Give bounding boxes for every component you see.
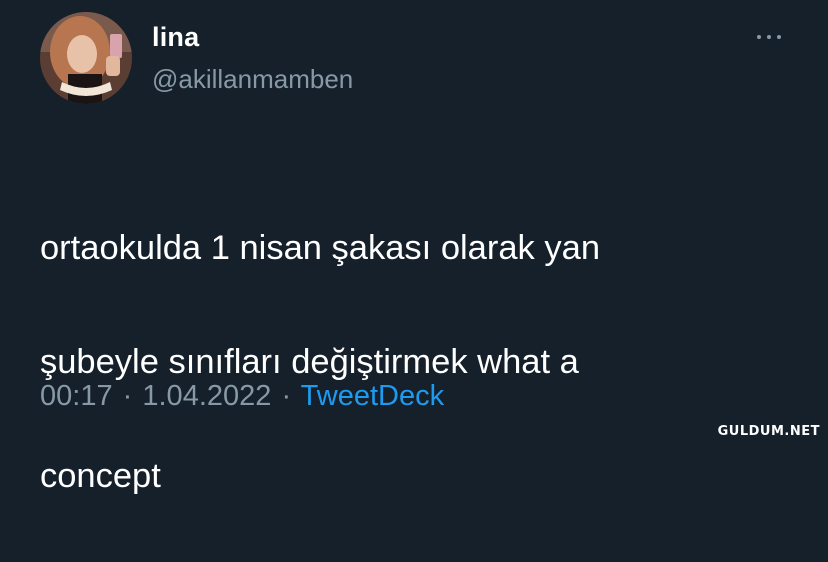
separator: · bbox=[122, 380, 133, 412]
tweet-text: ortaokulda 1 nisan şakası olarak yan şub… bbox=[40, 163, 800, 562]
display-name[interactable]: lina bbox=[152, 22, 199, 53]
tweet-date[interactable]: 1.04.2022 bbox=[142, 380, 271, 412]
more-horizontal-icon bbox=[777, 35, 781, 39]
tweet-time[interactable]: 00:17 bbox=[40, 380, 113, 412]
more-horizontal-icon bbox=[767, 35, 771, 39]
watermark-logo: GULDUM.NET bbox=[717, 424, 820, 439]
avatar-photo bbox=[40, 12, 132, 104]
separator: · bbox=[281, 380, 292, 412]
avatar[interactable] bbox=[40, 12, 132, 104]
user-handle[interactable]: @akillanmamben bbox=[152, 64, 353, 95]
tweet-text-line: ortaokulda 1 nisan şakası olarak yan bbox=[40, 229, 601, 267]
more-horizontal-icon bbox=[757, 35, 761, 39]
tweet-source-link[interactable]: TweetDeck bbox=[301, 380, 444, 412]
more-options-button[interactable] bbox=[752, 24, 786, 48]
tweet-metadata: 00:17 · 1.04.2022 · TweetDeck bbox=[40, 380, 444, 413]
tweet-text-line: concept bbox=[40, 457, 161, 495]
